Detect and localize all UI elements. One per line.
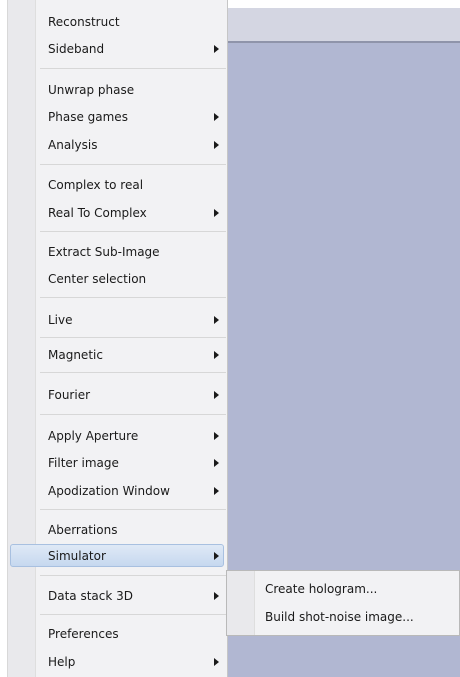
menu-item-label: Apodization Window [48,484,170,498]
menu-item-reconstruct[interactable]: Reconstruct [8,10,227,34]
submenu-arrow-icon [214,487,219,495]
submenu-item-create-hologram[interactable]: Create hologram... [227,575,459,601]
menu-item-label: Aberrations [48,523,118,537]
menu-item-data-stack-3d[interactable]: Data stack 3D [8,584,227,608]
simulator-submenu: Create hologram... Build shot-noise imag… [226,570,460,636]
menu-separator [40,414,226,415]
menu-item-label: Complex to real [48,178,144,192]
submenu-arrow-icon [214,552,219,560]
menu-item-live[interactable]: Live [8,308,227,332]
menu-item-label: Apply Aperture [48,429,139,443]
menu-separator [40,337,226,338]
menu-item-filter-image[interactable]: Filter image [8,451,227,475]
menu-item-preferences[interactable]: Preferences [8,622,227,646]
menu-item-phase-games[interactable]: Phase games [8,105,227,129]
menu-item-fourier[interactable]: Fourier [8,383,227,407]
submenu-arrow-icon [214,432,219,440]
menu-item-label: Sideband [48,42,105,56]
menu-separator [40,575,226,576]
menu-item-highlight [10,544,224,567]
menu-separator [40,68,226,69]
menu-separator [40,614,226,615]
menu-separator [40,297,226,298]
workspace-header [228,8,460,43]
submenu-arrow-icon [214,45,219,53]
menu-item-label: Fourier [48,388,91,402]
submenu-arrow-icon [214,459,219,467]
menu-item-label: Center selection [48,272,147,286]
submenu-arrow-icon [214,209,219,217]
menu-item-real-to-complex[interactable]: Real To Complex [8,201,227,225]
context-menu: Reconstruct Sideband Unwrap phase Phase … [8,0,228,677]
menu-separator [40,231,226,232]
submenu-arrow-icon [214,113,219,121]
menu-item-center-selection[interactable]: Center selection [8,267,227,291]
menu-item-label: Simulator [48,549,106,563]
menu-item-magnetic[interactable]: Magnetic [8,343,227,367]
menu-item-help[interactable]: Help [8,650,227,674]
menu-item-analysis[interactable]: Analysis [8,133,227,157]
menu-item-apodization-window[interactable]: Apodization Window [8,479,227,503]
menu-item-label: Real To Complex [48,206,147,220]
menu-separator [40,509,226,510]
submenu-arrow-icon [214,391,219,399]
submenu-item-label: Create hologram... [265,582,378,596]
menu-item-simulator[interactable]: Simulator [8,544,227,568]
menu-separator [40,164,226,165]
menu-item-extract-sub-image[interactable]: Extract Sub-Image [8,240,227,264]
menu-item-label: Live [48,313,73,327]
submenu-item-label: Build shot-noise image... [265,610,414,624]
menu-item-label: Data stack 3D [48,589,134,603]
menu-item-label: Magnetic [48,348,103,362]
submenu-arrow-icon [214,351,219,359]
submenu-item-build-shot-noise-image[interactable]: Build shot-noise image... [227,603,459,629]
submenu-arrow-icon [214,316,219,324]
submenu-arrow-icon [214,592,219,600]
menu-item-apply-aperture[interactable]: Apply Aperture [8,424,227,448]
menu-item-label: Phase games [48,110,128,124]
menu-item-complex-to-real[interactable]: Complex to real [8,173,227,197]
submenu-arrow-icon [214,658,219,666]
menu-item-label: Preferences [48,627,119,641]
menu-item-aberrations[interactable]: Aberrations [8,518,227,542]
menu-item-label: Analysis [48,138,98,152]
menu-item-label: Reconstruct [48,15,120,29]
menu-item-label: Extract Sub-Image [48,245,160,259]
submenu-arrow-icon [214,141,219,149]
menu-item-label: Help [48,655,76,669]
menu-item-unwrap-phase[interactable]: Unwrap phase [8,78,227,102]
menu-separator [40,372,226,373]
menu-item-label: Filter image [48,456,119,470]
menu-item-sideband[interactable]: Sideband [8,37,227,61]
window-left-edge [0,0,8,677]
menu-item-label: Unwrap phase [48,83,135,97]
